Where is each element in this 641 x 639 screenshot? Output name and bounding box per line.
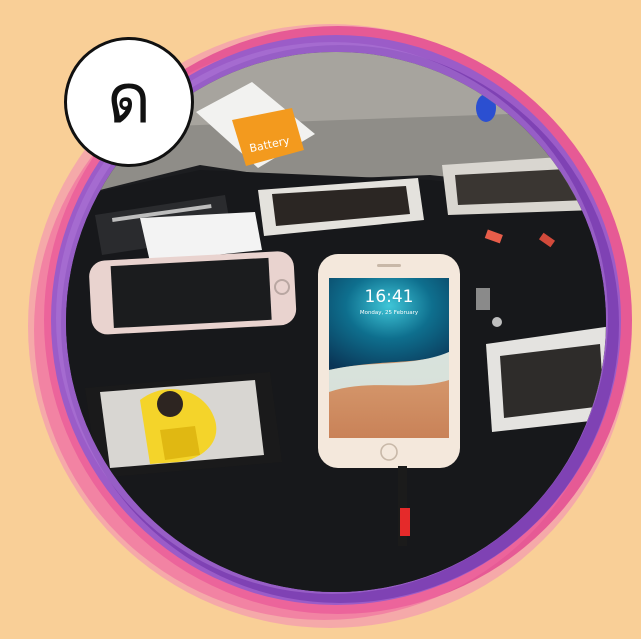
phone-date: Monday, 25 February	[360, 310, 419, 316]
photo-collage: Battery 16:41 Monday, 25 February ด	[0, 0, 641, 635]
phone-left-top	[89, 251, 297, 335]
letter-badge: ด	[64, 37, 194, 167]
badge-letter: ด	[106, 60, 152, 139]
phone-clock: 16:41	[365, 287, 414, 307]
phone-left-bottom	[85, 372, 282, 478]
